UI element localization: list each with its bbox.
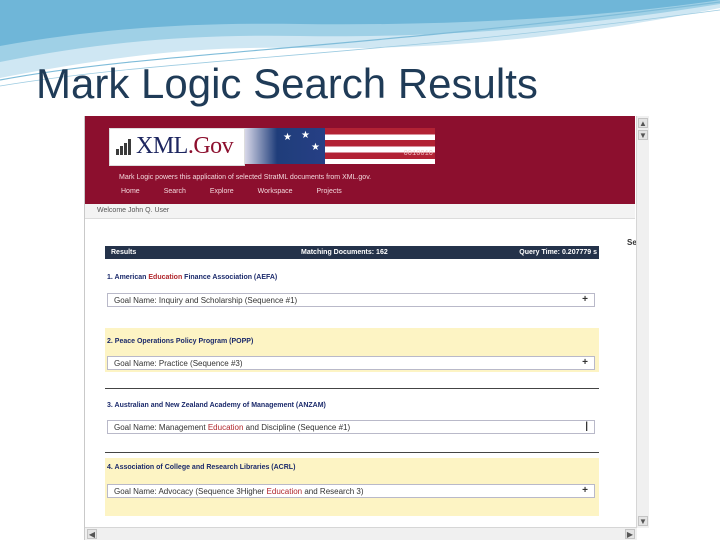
vertical-scrollbar[interactable]: ▲ ▼ ▼ <box>636 116 649 528</box>
matching-documents-count: Matching Documents: 162 <box>301 249 388 256</box>
expand-plus-icon[interactable]: + <box>582 357 588 368</box>
site-header: XML.Gov ★ ★ ★ 0010010 Mark Logic powers … <box>85 116 635 204</box>
result-item: 4. Association of College and Research L… <box>105 458 599 516</box>
goal-row[interactable]: Goal Name: Advocacy (Sequence 3Higher Ed… <box>107 484 595 498</box>
result-item: 1. American Education Finance Associatio… <box>105 270 599 314</box>
flag-banner-image: ★ ★ ★ 0010010 <box>245 128 435 164</box>
welcome-text: Welcome John Q. User <box>97 207 170 214</box>
goal-row[interactable]: Goal Name: Management Education and Disc… <box>107 420 595 434</box>
scroll-left-icon[interactable]: ◀ <box>87 529 97 539</box>
results-header-bar: Results Matching Documents: 162 Query Ti… <box>105 246 599 259</box>
site-nav: Home Search Explore Workspace Projects <box>121 188 366 195</box>
nav-search[interactable]: Search <box>164 188 186 195</box>
nav-projects[interactable]: Projects <box>317 188 342 195</box>
logo-bars-icon <box>116 139 132 155</box>
result-title[interactable]: 1. American Education Finance Associatio… <box>107 274 277 281</box>
nav-home[interactable]: Home <box>121 188 140 195</box>
goal-name-text: Goal Name: Practice (Sequence #3) <box>114 359 243 368</box>
scroll-up-icon[interactable]: ▲ <box>638 118 648 128</box>
scroll-down-icon[interactable]: ▼ <box>638 130 648 140</box>
nav-workspace[interactable]: Workspace <box>258 188 293 195</box>
query-time: Query Time: 0.207779 s <box>519 249 597 256</box>
goal-name-text: Goal Name: Advocacy (Sequence 3Higher Ed… <box>114 487 364 496</box>
result-item: 3. Australian and New Zealand Academy of… <box>105 396 599 440</box>
welcome-bar: Welcome John Q. User <box>85 204 635 219</box>
goal-name-text: Goal Name: Inquiry and Scholarship (Sequ… <box>114 296 298 305</box>
browser-screenshot: XML.Gov ★ ★ ★ 0010010 Mark Logic powers … <box>84 116 649 540</box>
result-item: 2. Peace Operations Policy Program (POPP… <box>105 328 599 372</box>
result-title[interactable]: 4. Association of College and Research L… <box>107 464 295 471</box>
goal-row[interactable]: Goal Name: Inquiry and Scholarship (Sequ… <box>107 293 595 307</box>
slide-title: Mark Logic Search Results <box>36 60 538 107</box>
expand-plus-icon[interactable]: + <box>582 485 588 496</box>
result-divider <box>105 388 599 389</box>
result-divider <box>105 452 599 453</box>
result-title[interactable]: 2. Peace Operations Policy Program (POPP… <box>107 338 253 345</box>
scroll-right-icon[interactable]: ▶ <box>625 529 635 539</box>
expand-plus-icon[interactable]: + <box>582 294 588 305</box>
logo-text: XML.Gov <box>136 133 234 159</box>
flag-binary-text: 0010010 <box>403 150 433 158</box>
expand-bar-icon[interactable]: | <box>585 421 588 432</box>
result-title[interactable]: 3. Australian and New Zealand Academy of… <box>107 402 326 409</box>
goal-row[interactable]: Goal Name: Practice (Sequence #3) + <box>107 356 595 370</box>
site-tagline: Mark Logic powers this application of se… <box>119 174 372 181</box>
goal-name-text: Goal Name: Management Education and Disc… <box>114 423 351 432</box>
results-label: Results <box>111 249 137 256</box>
horizontal-scrollbar[interactable]: ◀ ▶ <box>85 527 637 540</box>
xml-gov-logo[interactable]: XML.Gov <box>109 128 245 166</box>
scroll-down-bottom-icon[interactable]: ▼ <box>638 516 648 526</box>
nav-explore[interactable]: Explore <box>210 188 234 195</box>
